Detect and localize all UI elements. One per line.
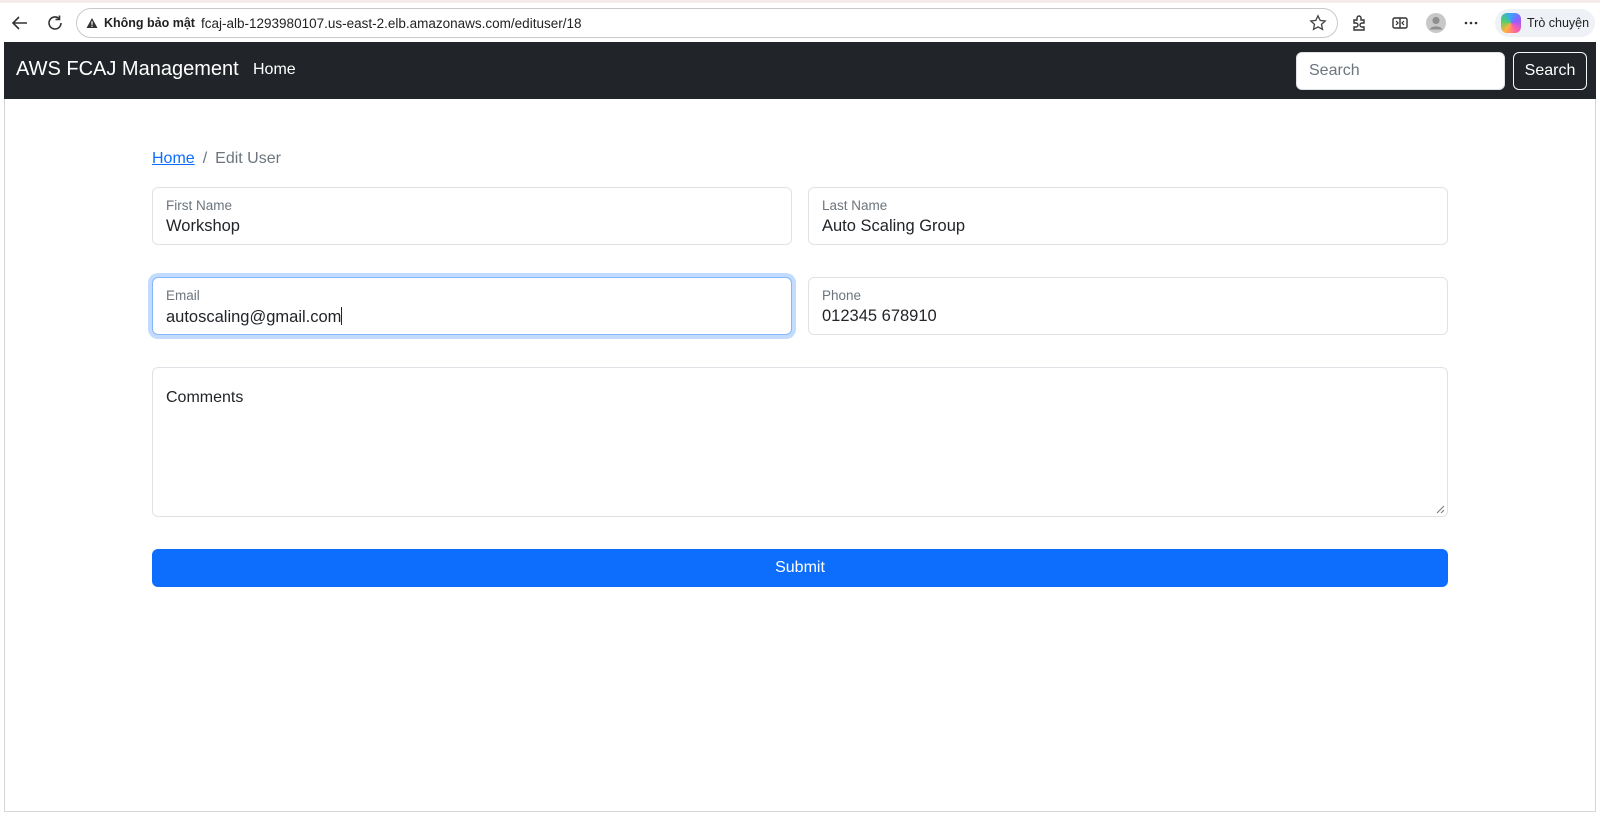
search-button[interactable]: Search xyxy=(1513,52,1587,90)
comments-label: Comments xyxy=(166,389,244,406)
breadcrumb-home-link[interactable]: Home xyxy=(152,150,195,167)
breadcrumb-separator: / xyxy=(202,150,208,167)
browser-toolbar: Không bảo mật fcaj-alb-1293980107.us-eas… xyxy=(0,3,1600,42)
phone-field[interactable]: Phone 012345 678910 xyxy=(808,277,1448,335)
last-name-value[interactable]: Auto Scaling Group xyxy=(822,217,965,236)
first-name-field[interactable]: First Name Workshop xyxy=(152,187,792,245)
phone-label: Phone xyxy=(822,288,862,303)
email-value-wrap[interactable]: autoscaling@gmail.com xyxy=(166,307,343,327)
security-indicator[interactable]: Không bảo mật xyxy=(86,16,195,30)
more-icon[interactable] xyxy=(1457,9,1485,37)
navbar-brand[interactable]: AWS FCAJ Management xyxy=(16,58,239,81)
email-value: autoscaling@gmail.com xyxy=(166,308,342,326)
star-icon[interactable] xyxy=(1309,14,1327,37)
email-label: Email xyxy=(166,288,200,303)
split-screen-icon[interactable] xyxy=(1386,9,1414,37)
first-name-label: First Name xyxy=(166,198,233,213)
nav-link-home[interactable]: Home xyxy=(253,61,296,79)
text-caret xyxy=(341,307,343,325)
copilot-chat-button[interactable]: Trò chuyện xyxy=(1495,9,1595,37)
last-name-label: Last Name xyxy=(822,198,888,213)
first-name-value[interactable]: Workshop xyxy=(166,217,240,236)
back-arrow-icon[interactable] xyxy=(6,9,34,37)
address-bar[interactable]: Không bảo mật fcaj-alb-1293980107.us-eas… xyxy=(76,8,1338,38)
breadcrumb-current: Edit User xyxy=(215,150,281,167)
extensions-icon[interactable] xyxy=(1345,9,1373,37)
email-field[interactable]: Email autoscaling@gmail.com xyxy=(152,277,792,335)
comments-textarea[interactable]: Comments xyxy=(152,367,1448,517)
security-label: Không bảo mật xyxy=(104,16,195,30)
navbar: AWS FCAJ Management Home Search xyxy=(4,42,1596,99)
phone-value[interactable]: 012345 678910 xyxy=(822,307,937,326)
last-name-field[interactable]: Last Name Auto Scaling Group xyxy=(808,187,1448,245)
submit-button[interactable]: Submit xyxy=(152,549,1448,587)
copilot-label: Trò chuyện xyxy=(1527,16,1590,30)
reload-icon[interactable] xyxy=(41,9,69,37)
search-input[interactable] xyxy=(1296,52,1505,90)
copilot-icon xyxy=(1501,13,1521,33)
resize-handle-icon[interactable] xyxy=(1436,505,1445,514)
url-text[interactable]: fcaj-alb-1293980107.us-east-2.elb.amazon… xyxy=(201,16,581,31)
breadcrumb: Home / Edit User xyxy=(152,150,281,168)
profile-icon[interactable] xyxy=(1422,9,1450,37)
warning-icon xyxy=(86,18,98,28)
